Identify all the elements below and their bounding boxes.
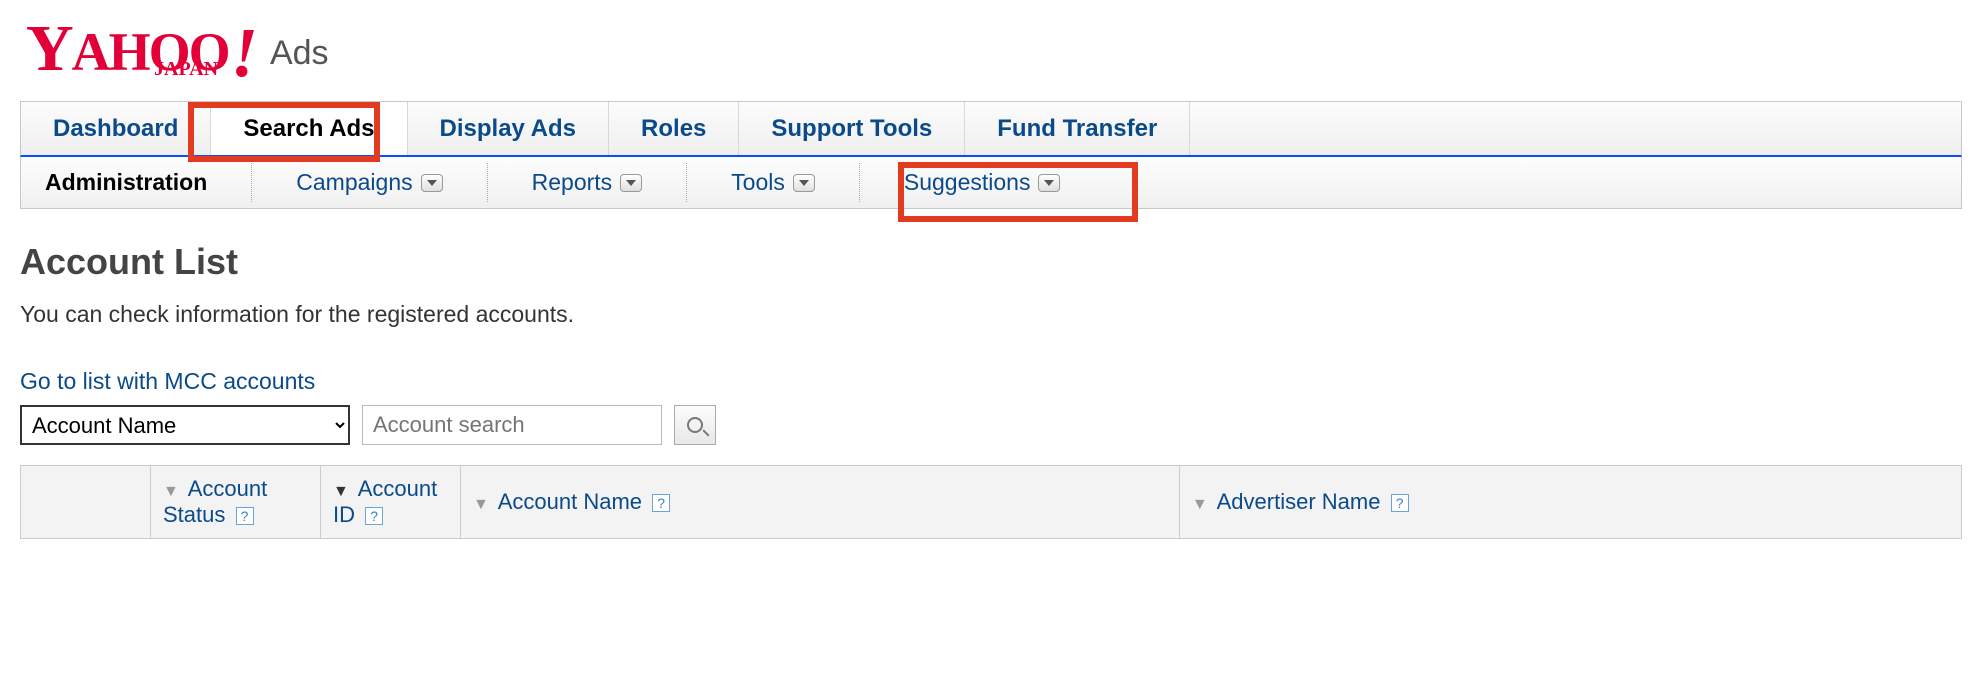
tools-dropdown-icon[interactable] bbox=[793, 174, 815, 192]
chevron-down-icon bbox=[799, 180, 809, 186]
page-description: You can check information for the regist… bbox=[20, 301, 1962, 328]
sort-icon: ▼ bbox=[163, 483, 179, 500]
help-icon[interactable]: ? bbox=[236, 507, 254, 525]
suggestions-dropdown-icon[interactable] bbox=[1038, 174, 1060, 192]
search-icon bbox=[687, 417, 703, 433]
tab-dashboard[interactable]: Dashboard bbox=[21, 102, 211, 155]
tab-search-ads[interactable]: Search Ads bbox=[211, 102, 407, 155]
search-row: Account Name bbox=[20, 405, 1962, 445]
divider bbox=[859, 163, 860, 202]
help-icon[interactable]: ? bbox=[1391, 494, 1409, 512]
accounts-table: ▼ Account Status ? ▼ Account ID ? ▼ Acco… bbox=[20, 465, 1962, 539]
ads-label: Ads bbox=[270, 34, 329, 73]
divider bbox=[686, 163, 687, 202]
divider bbox=[251, 163, 252, 202]
sort-icon: ▼ bbox=[473, 496, 489, 513]
chevron-down-icon bbox=[626, 180, 636, 186]
chevron-down-icon bbox=[1044, 180, 1054, 186]
logo-bar: YAHOO! JAPAN Ads bbox=[0, 0, 1982, 89]
sort-icon: ▼ bbox=[1192, 496, 1208, 513]
tab-display-ads[interactable]: Display Ads bbox=[408, 102, 610, 155]
primary-tabs: Dashboard Search Ads Display Ads Roles S… bbox=[20, 101, 1962, 157]
page-title: Account List bbox=[20, 241, 1962, 283]
mcc-accounts-link[interactable]: Go to list with MCC accounts bbox=[20, 368, 315, 395]
tab-fund-transfer[interactable]: Fund Transfer bbox=[965, 102, 1190, 155]
tab-support-tools[interactable]: Support Tools bbox=[739, 102, 965, 155]
secondary-tabs: Administration Campaigns Reports Tools S… bbox=[20, 157, 1962, 209]
chevron-down-icon bbox=[427, 180, 437, 186]
col-advertiser-name[interactable]: ▼ Advertiser Name ? bbox=[1179, 466, 1961, 539]
yahoo-japan-logo: YAHOO! JAPAN bbox=[26, 16, 256, 79]
subtab-administration[interactable]: Administration bbox=[41, 157, 231, 208]
subtab-reports[interactable]: Reports bbox=[508, 157, 667, 208]
col-checkbox bbox=[21, 466, 151, 539]
subtab-tools[interactable]: Tools bbox=[707, 157, 839, 208]
search-input[interactable] bbox=[362, 405, 662, 445]
tab-roles[interactable]: Roles bbox=[609, 102, 739, 155]
content: Account List You can check information f… bbox=[20, 241, 1962, 539]
help-icon[interactable]: ? bbox=[365, 507, 383, 525]
col-account-id[interactable]: ▼ Account ID ? bbox=[321, 466, 461, 539]
sort-active-icon: ▼ bbox=[333, 483, 349, 500]
campaigns-dropdown-icon[interactable] bbox=[421, 174, 443, 192]
subtab-suggestions[interactable]: Suggestions bbox=[880, 157, 1085, 208]
divider bbox=[487, 163, 488, 202]
col-account-name[interactable]: ▼ Account Name ? bbox=[461, 466, 1180, 539]
col-account-status[interactable]: ▼ Account Status ? bbox=[151, 466, 321, 539]
subtab-campaigns[interactable]: Campaigns bbox=[272, 157, 466, 208]
search-button[interactable] bbox=[674, 405, 716, 445]
help-icon[interactable]: ? bbox=[652, 494, 670, 512]
filter-select[interactable]: Account Name bbox=[20, 405, 350, 445]
reports-dropdown-icon[interactable] bbox=[620, 174, 642, 192]
